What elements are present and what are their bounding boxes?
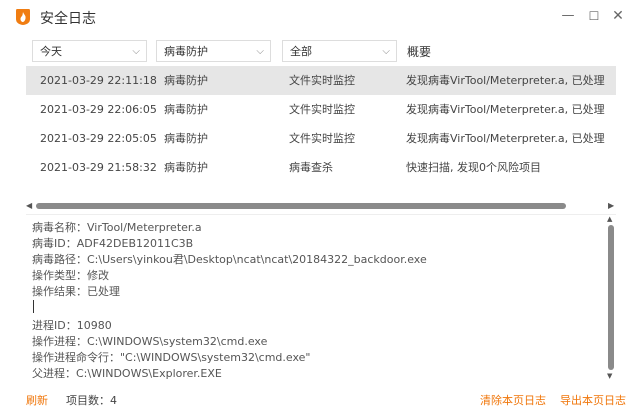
text-cursor [33, 300, 34, 313]
close-button[interactable]: ✕ [608, 6, 628, 26]
detail-pid: 进程ID：10980 [32, 319, 112, 332]
row-category: 病毒防护 [164, 161, 208, 174]
scroll-up-icon[interactable]: ▲ [607, 215, 612, 223]
row-source: 文件实时监控 [289, 103, 355, 116]
time-filter-value: 今天 [40, 45, 62, 58]
horizontal-scroll-thumb[interactable] [36, 203, 566, 209]
detail-cmdline: 操作进程命令行："C:\WINDOWS\system32\cmd.exe" [32, 351, 311, 364]
vertical-scrollbar[interactable]: ▲ ▼ [606, 215, 616, 381]
scroll-left-icon[interactable]: ◀ [26, 201, 32, 211]
app-logo-icon [16, 9, 30, 25]
row-source: 文件实时监控 [289, 74, 355, 87]
row-summary: 发现病毒VirTool/Meterpreter.a, 已处理 [406, 132, 605, 145]
row-category: 病毒防护 [164, 74, 208, 87]
category-filter-value: 病毒防护 [164, 45, 208, 58]
detail-op-type: 操作类型：修改 [32, 269, 109, 282]
scope-filter-select[interactable]: 全部 ⌵ [282, 40, 397, 62]
detail-panel: 病毒名称：VirTool/Meterpreter.a 病毒ID：ADF42DEB… [26, 214, 616, 381]
scroll-right-icon[interactable]: ▶ [608, 201, 614, 211]
row-source: 文件实时监控 [289, 132, 355, 145]
row-time: 2021-03-29 21:58:32 [40, 161, 157, 174]
detail-process: 操作进程：C:\WINDOWS\system32\cmd.exe [32, 335, 268, 348]
detail-virus-id: 病毒ID：ADF42DEB12011C3B [32, 237, 194, 250]
row-time: 2021-03-29 22:06:05 [40, 103, 157, 116]
row-category: 病毒防护 [164, 103, 208, 116]
detail-virus-path: 病毒路径：C:\Users\yinkou君\Desktop\ncat\ncat\… [32, 253, 427, 266]
chevron-down-icon: ⌵ [132, 46, 140, 57]
security-log-window: 安全日志 — ☐ ✕ 今天 ⌵ 病毒防护 ⌵ 全部 ⌵ 概要 2021-03-2… [0, 0, 633, 420]
horizontal-scrollbar[interactable]: ◀ ▶ [26, 201, 616, 211]
time-filter-select[interactable]: 今天 ⌵ [32, 40, 147, 62]
scroll-down-icon[interactable]: ▼ [607, 372, 612, 380]
table-row[interactable]: 2021-03-29 22:11:18 病毒防护 文件实时监控 发现病毒VirT… [26, 66, 616, 95]
item-count: 项目数：4 [66, 394, 117, 407]
row-time: 2021-03-29 22:05:05 [40, 132, 157, 145]
summary-column-header: 概要 [407, 45, 432, 59]
chevron-down-icon: ⌵ [382, 46, 390, 57]
title-bar: 安全日志 — ☐ ✕ [0, 0, 633, 32]
table-row[interactable]: 2021-03-29 21:58:32 病毒防护 病毒查杀 快速扫描, 发现0个… [26, 153, 616, 182]
detail-virus-name: 病毒名称：VirTool/Meterpreter.a [32, 221, 202, 234]
row-summary: 发现病毒VirTool/Meterpreter.a, 已处理 [406, 103, 605, 116]
table-row[interactable]: 2021-03-29 22:06:05 病毒防护 文件实时监控 发现病毒VirT… [26, 95, 616, 124]
table-row[interactable]: 2021-03-29 22:05:05 病毒防护 文件实时监控 发现病毒VirT… [26, 124, 616, 153]
log-table: 2021-03-29 22:11:18 病毒防护 文件实时监控 发现病毒VirT… [26, 66, 616, 182]
clear-page-log-link[interactable]: 清除本页日志 [480, 392, 546, 408]
scope-filter-value: 全部 [290, 45, 312, 58]
row-summary: 快速扫描, 发现0个风险项目 [406, 161, 541, 174]
chevron-down-icon: ⌵ [256, 46, 264, 57]
detail-op-result: 操作结果：已处理 [32, 285, 120, 298]
footer-bar: 刷新 项目数：4 清除本页日志 导出本页日志 [0, 388, 633, 412]
filter-bar: 今天 ⌵ 病毒防护 ⌵ 全部 ⌵ 概要 [26, 40, 616, 64]
minimize-button[interactable]: — [558, 6, 578, 26]
row-source: 病毒查杀 [289, 161, 333, 174]
vertical-scroll-thumb[interactable] [608, 225, 614, 370]
category-filter-select[interactable]: 病毒防护 ⌵ [156, 40, 271, 62]
detail-parent: 父进程：C:\WINDOWS\Explorer.EXE [32, 367, 222, 380]
refresh-link[interactable]: 刷新 [26, 392, 48, 408]
row-category: 病毒防护 [164, 132, 208, 145]
row-summary: 发现病毒VirTool/Meterpreter.a, 已处理 [406, 74, 605, 87]
window-title: 安全日志 [40, 11, 96, 27]
row-time: 2021-03-29 22:11:18 [40, 74, 157, 87]
export-page-log-link[interactable]: 导出本页日志 [560, 392, 626, 408]
maximize-button[interactable]: ☐ [584, 6, 604, 26]
